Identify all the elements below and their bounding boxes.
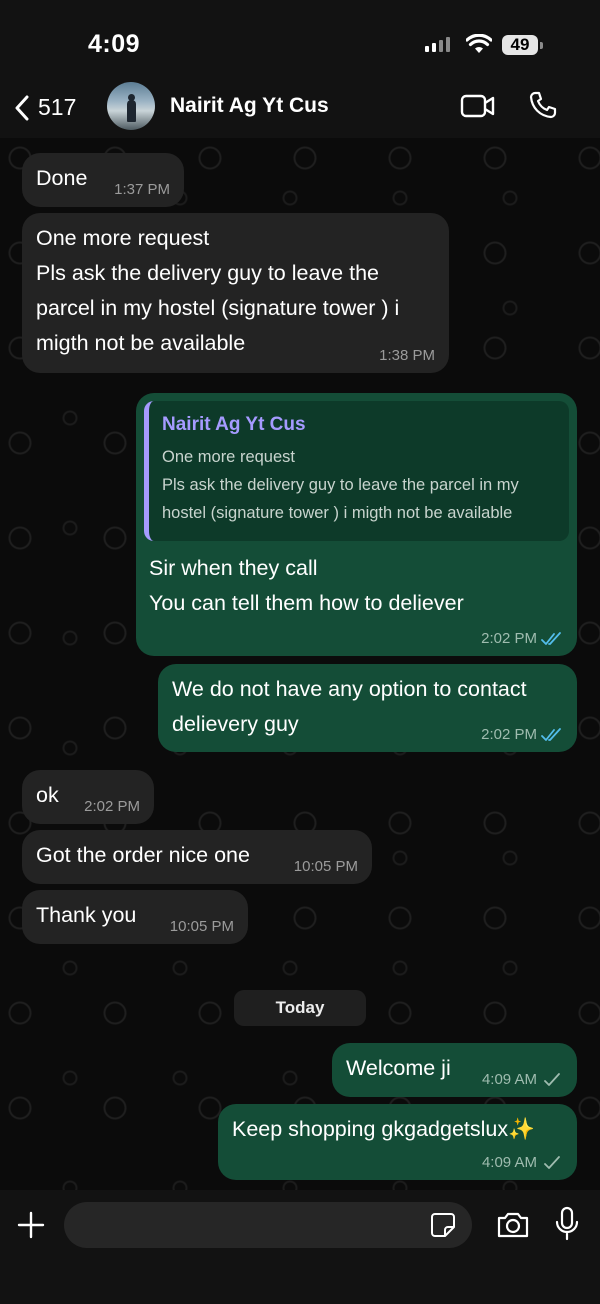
message-incoming[interactable]: One more request Pls ask the delivery gu…	[22, 213, 449, 373]
chat-header: 517 Nairit Ag Yt Cus	[0, 82, 600, 138]
double-check-read-icon	[541, 728, 561, 741]
message-outgoing[interactable]: Welcome ji 4:09 AM	[332, 1043, 577, 1097]
message-time: 1:37 PM	[114, 181, 170, 198]
message-meta: 2:02 PM	[481, 630, 563, 648]
status-time: 4:09	[88, 30, 141, 58]
wifi-icon	[466, 34, 492, 53]
signal-icon	[425, 37, 450, 52]
message-meta: 4:09 AM	[482, 1154, 563, 1172]
phone-call-icon[interactable]	[528, 90, 558, 120]
message-outgoing[interactable]: We do not have any option to contact del…	[158, 664, 577, 752]
message-time: 1:38 PM	[379, 347, 435, 364]
contact-name[interactable]: Nairit Ag Yt Cus	[170, 94, 329, 118]
message-text: One more request Pls ask the delivery gu…	[36, 226, 400, 355]
double-check-read-icon	[541, 632, 561, 645]
message-time: 2:02 PM	[481, 726, 537, 743]
microphone-icon[interactable]	[555, 1206, 579, 1242]
message-time: 2:02 PM	[481, 630, 537, 647]
message-input[interactable]	[64, 1202, 472, 1248]
message-incoming[interactable]: Thank you 10:05 PM	[22, 890, 248, 944]
date-separator: Today	[234, 990, 366, 1026]
message-meta: 4:09 AM	[482, 1071, 563, 1089]
battery-indicator: 49	[502, 35, 538, 55]
message-meta: 2:02 PM	[481, 726, 563, 744]
battery-tip	[540, 42, 543, 49]
message-time: 10:05 PM	[293, 858, 358, 875]
message-text: Keep shopping gkgadgetslux✨	[232, 1117, 535, 1141]
avatar-figure	[127, 100, 136, 122]
message-time: 4:09 AM	[481, 1071, 537, 1088]
message-incoming[interactable]: Got the order nice one 10:05 PM	[22, 830, 372, 884]
message-list[interactable]: Done 1:37 PM One more request Pls ask th…	[0, 138, 600, 1190]
message-time: 10:05 PM	[169, 918, 234, 935]
chevron-left-icon	[15, 95, 29, 120]
message-incoming[interactable]: Done 1:37 PM	[22, 153, 184, 207]
status-bar: 4:09 49	[0, 0, 600, 84]
sticker-icon[interactable]	[430, 1212, 456, 1238]
unread-count: 517	[38, 94, 77, 120]
avatar[interactable]	[107, 82, 155, 130]
quoted-text: One more request Pls ask the delivery gu…	[162, 448, 519, 522]
video-call-icon[interactable]	[460, 92, 496, 120]
check-sent-icon	[544, 1073, 560, 1086]
message-outgoing[interactable]: Keep shopping gkgadgetslux✨ 4:09 AM	[218, 1104, 577, 1180]
composer-bar	[0, 1190, 600, 1304]
message-time: 4:09 AM	[481, 1154, 537, 1171]
camera-icon[interactable]	[496, 1210, 530, 1240]
message-text: Sir when they call You can tell them how…	[149, 556, 464, 615]
message-outgoing-reply[interactable]: Nairit Ag Yt Cus One more request Pls as…	[136, 393, 577, 656]
quoted-sender: Nairit Ag Yt Cus	[162, 414, 306, 435]
back-button[interactable]: 517	[14, 94, 76, 121]
message-time: 2:02 PM	[84, 798, 140, 815]
plus-icon[interactable]	[16, 1210, 46, 1240]
quoted-message[interactable]: Nairit Ag Yt Cus One more request Pls as…	[144, 401, 569, 541]
check-sent-icon	[544, 1156, 560, 1169]
message-incoming[interactable]: ok 2:02 PM	[22, 770, 154, 824]
